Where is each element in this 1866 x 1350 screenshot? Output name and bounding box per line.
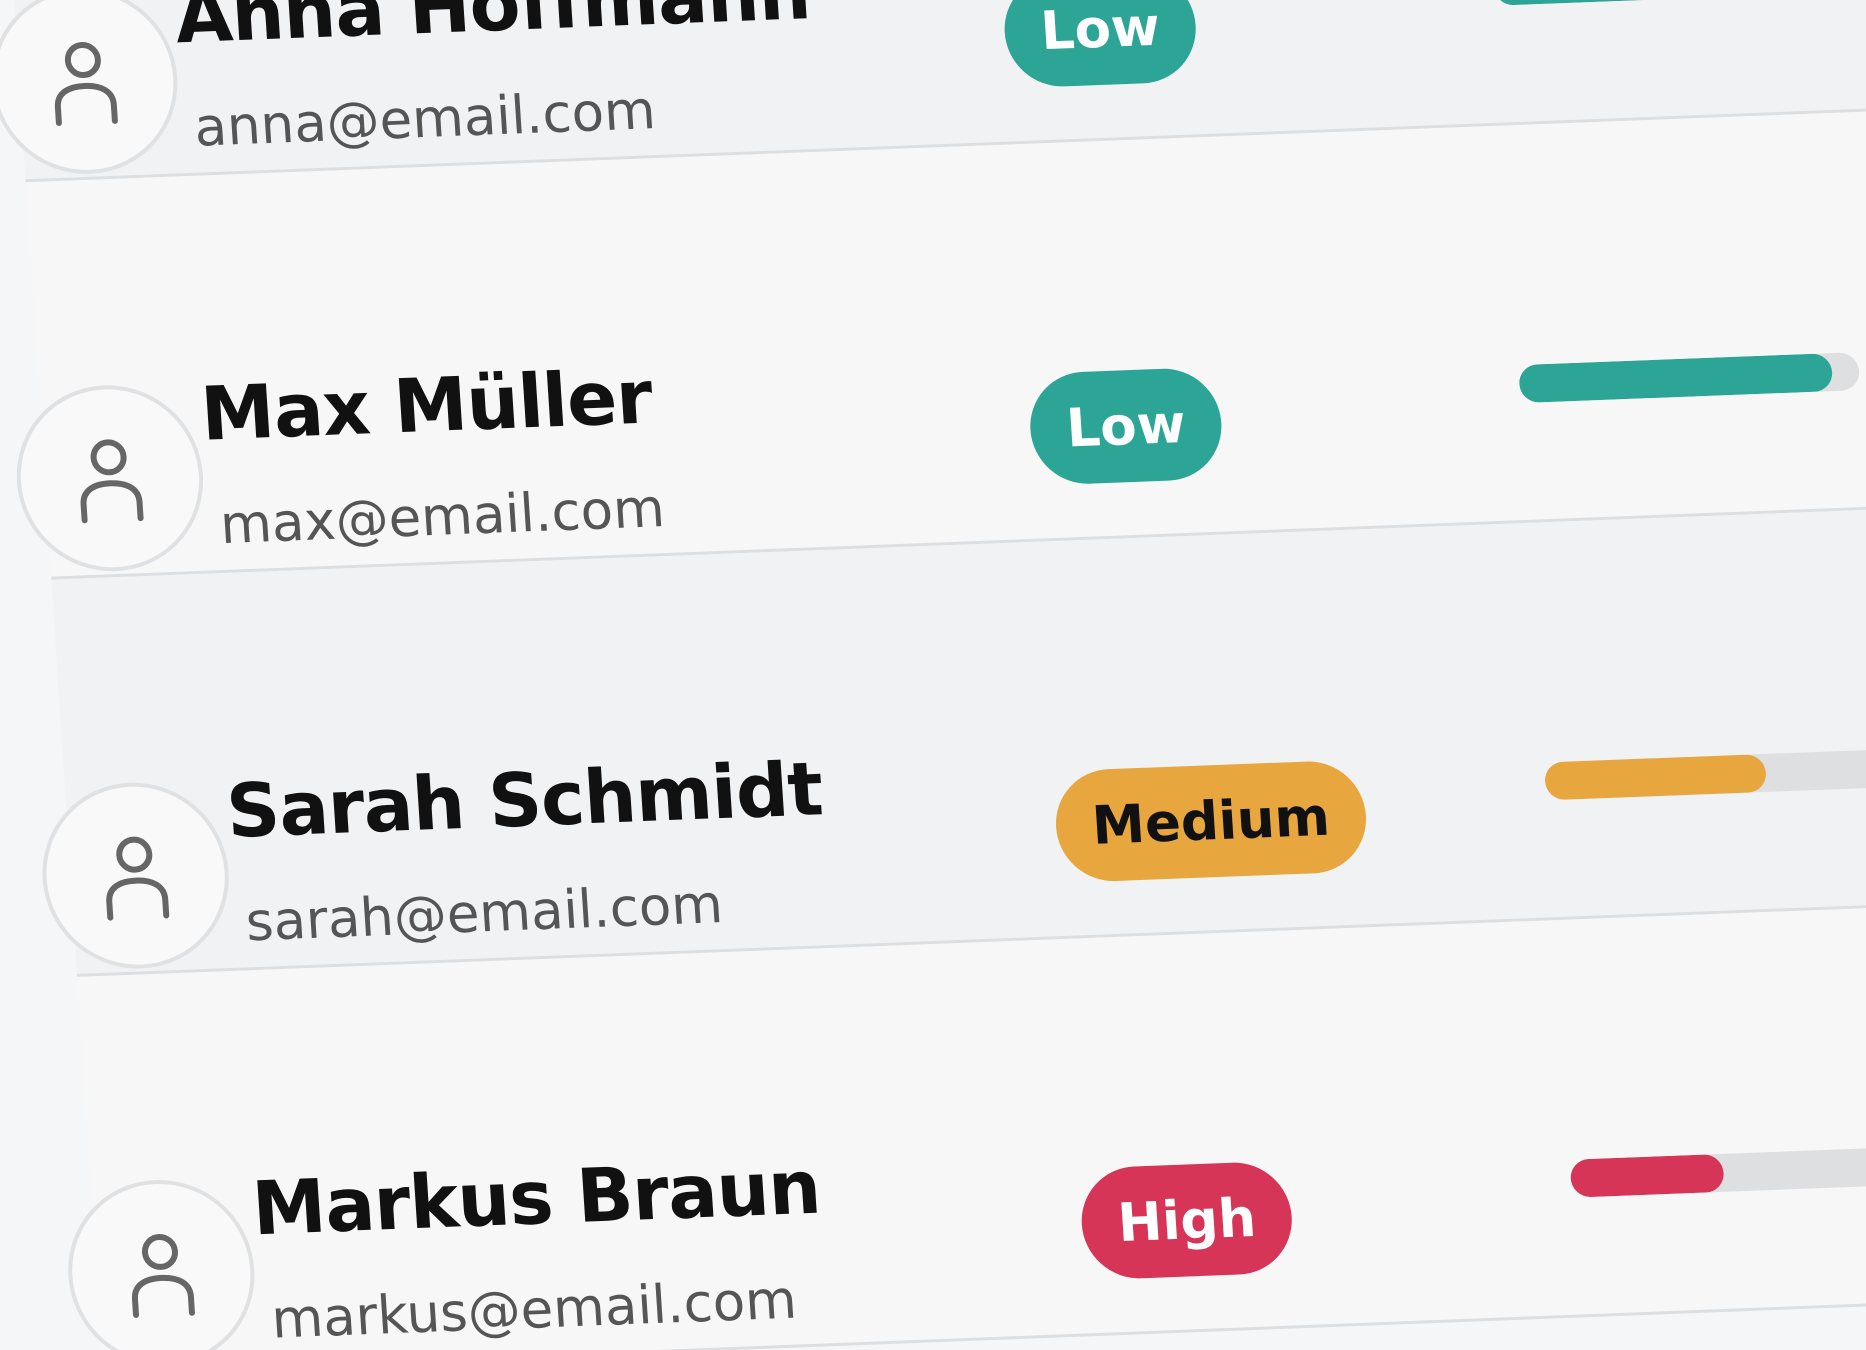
user-icon	[54, 42, 118, 126]
progress-track	[1543, 749, 1866, 801]
list-item[interactable]: Max Müller max@email.com Low	[11, 103, 1866, 580]
risk-badge: Low	[1001, 0, 1200, 89]
list-item[interactable]: Markus Braun markus@email.com High	[62, 898, 1866, 1350]
avatar	[11, 381, 209, 575]
user-email: sarah@email.com	[243, 874, 725, 954]
risk-badge: High	[1078, 1160, 1296, 1281]
progress-fill	[1569, 1153, 1725, 1198]
user-list: Anna Hoffmann anna@email.com Low Max Mül…	[0, 0, 1866, 1350]
risk-badge: Low	[1026, 366, 1226, 486]
progress-fill	[1543, 753, 1768, 801]
progress-fill	[1518, 353, 1834, 404]
user-icon	[131, 1233, 195, 1318]
list-item[interactable]: Sarah Schmidt sarah@email.com Medium	[36, 500, 1866, 977]
progress-track	[1492, 0, 1835, 6]
progress-fill	[1492, 0, 1811, 6]
avatar	[36, 779, 235, 973]
progress-track	[1569, 1146, 1866, 1198]
user-icon	[106, 836, 170, 921]
progress-track	[1518, 352, 1861, 404]
user-email: markus@email.com	[269, 1269, 799, 1350]
avatar	[62, 1176, 261, 1350]
user-email: max@email.com	[218, 478, 667, 557]
user-email: anna@email.com	[192, 80, 658, 159]
user-icon	[80, 439, 144, 524]
user-list-view: Anna Hoffmann anna@email.com Low Max Mül…	[0, 0, 1866, 1350]
user-name: Anna Hoffmann	[172, 0, 813, 61]
user-name: Markus Braun	[249, 1144, 823, 1253]
user-name: Max Müller	[198, 354, 655, 458]
avatar	[0, 0, 184, 178]
risk-badge: Medium	[1052, 759, 1370, 884]
user-name: Sarah Schmidt	[223, 746, 825, 855]
